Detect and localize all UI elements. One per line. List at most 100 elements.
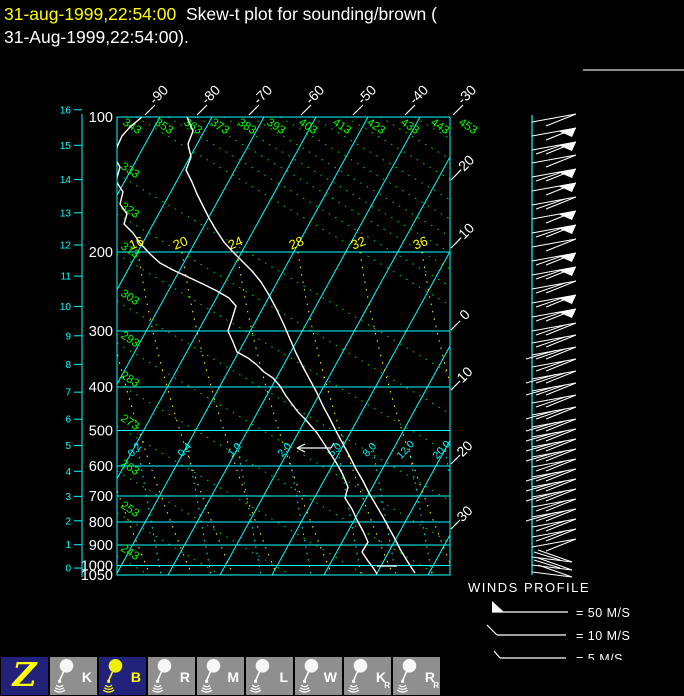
svg-text:13: 13 — [60, 208, 72, 219]
svg-text:4: 4 — [65, 467, 71, 478]
isotherm-lines — [117, 117, 450, 575]
button-label: W — [323, 669, 337, 685]
svg-text:3: 3 — [65, 492, 71, 503]
svg-text:1: 1 — [65, 540, 71, 551]
svg-text:403: 403 — [296, 116, 319, 137]
svg-text:1.0: 1.0 — [225, 440, 244, 459]
top-temperature-labels: -90 -80 -70 -60 -50 -40 -30 — [144, 82, 480, 116]
svg-text:600: 600 — [89, 459, 113, 475]
svg-text:900: 900 — [89, 538, 113, 554]
svg-text:-30: -30 — [454, 82, 480, 108]
svg-text:353: 353 — [152, 116, 175, 137]
svg-text:24: 24 — [226, 233, 245, 252]
radiosonde-icon — [347, 658, 368, 693]
svg-text:333: 333 — [118, 160, 141, 181]
temperature-trace — [185, 117, 416, 574]
svg-text:263: 263 — [118, 457, 141, 478]
svg-text:443: 443 — [428, 116, 451, 137]
dry-adiabat-lines — [117, 117, 450, 575]
svg-text:0.2: 0.2 — [125, 440, 144, 459]
svg-text:273: 273 — [118, 412, 141, 433]
dewpoint-trace — [117, 117, 378, 575]
toolbar-button-l[interactable]: L — [246, 657, 293, 695]
svg-text:16: 16 — [60, 105, 72, 116]
right-temperature-labels: -20 -10 0 10 20 30 — [450, 152, 478, 530]
svg-text:WINDS PROFILE: WINDS PROFILE — [468, 580, 590, 595]
toolbar-button-z[interactable]: Z — [1, 655, 48, 695]
svg-text:20: 20 — [453, 437, 475, 459]
svg-text:2.0: 2.0 — [275, 440, 294, 459]
svg-text:-20: -20 — [452, 152, 478, 178]
button-sublabel: R — [384, 681, 390, 690]
skewt-chart: 1002003004005006007008009001000105001234… — [60, 82, 630, 660]
toolbar-button-b[interactable]: B — [99, 657, 146, 695]
svg-text:373: 373 — [208, 116, 231, 137]
height-axis-km: 012345678910111213141516 — [60, 105, 83, 577]
toolbar-button-k[interactable]: K — [50, 657, 97, 695]
svg-text:-80: -80 — [198, 82, 224, 108]
svg-text:393: 393 — [264, 116, 287, 137]
toolbar-button-rr[interactable]: R R — [393, 657, 440, 695]
isobar-lines — [116, 116, 451, 576]
svg-text:= 50 M/S: = 50 M/S — [576, 606, 630, 620]
svg-text:400: 400 — [89, 380, 113, 396]
zebra-logo-icon: Z — [12, 655, 37, 694]
svg-text:700: 700 — [89, 489, 113, 505]
svg-text:36: 36 — [411, 233, 430, 252]
svg-text:800: 800 — [89, 515, 113, 531]
radiosonde-icon — [396, 658, 417, 693]
moist-adiabat-labels: 16 20 24 28 32 36 — [127, 233, 430, 252]
svg-text:10: 10 — [60, 302, 72, 313]
svg-text:-10: -10 — [452, 220, 478, 246]
toolbar-button-kr[interactable]: K R — [344, 657, 391, 695]
svg-text:433: 433 — [398, 116, 421, 137]
svg-text:-40: -40 — [406, 82, 432, 108]
button-label: M — [227, 669, 239, 685]
svg-text:1050: 1050 — [81, 568, 113, 584]
toolbar-button-m[interactable]: M — [197, 657, 244, 695]
svg-text:423: 423 — [364, 116, 387, 137]
radiosonde-icon — [249, 658, 270, 693]
svg-text:323: 323 — [118, 200, 141, 221]
svg-text:0: 0 — [65, 564, 71, 575]
toolbar: Z K B R M L W K R R R — [0, 655, 684, 696]
toolbar-button-r[interactable]: R — [148, 657, 195, 695]
svg-text:32: 32 — [349, 233, 368, 252]
radiosonde-icon — [200, 658, 221, 693]
svg-text:12.0: 12.0 — [394, 438, 417, 461]
svg-text:-90: -90 — [146, 82, 172, 108]
svg-text:15: 15 — [60, 141, 72, 152]
svg-text:363: 363 — [181, 116, 204, 137]
button-label: L — [279, 669, 288, 685]
svg-text:12: 12 — [60, 240, 72, 251]
svg-text:-50: -50 — [354, 82, 380, 108]
radiosonde-icon — [151, 658, 172, 693]
svg-text:500: 500 — [89, 423, 113, 439]
button-label: R — [179, 669, 190, 685]
pressure-axis-labels: 10020030040050060070080090010001050 — [81, 110, 113, 584]
svg-text:-60: -60 — [302, 82, 328, 108]
svg-text:= 10 M/S: = 10 M/S — [576, 629, 630, 643]
button-label: K — [81, 669, 92, 685]
radiosonde-icon — [53, 658, 74, 693]
svg-text:30: 30 — [453, 502, 475, 524]
svg-text:11: 11 — [61, 272, 72, 283]
button-label: B — [130, 669, 141, 685]
svg-text:0.4: 0.4 — [175, 440, 194, 459]
svg-text:8: 8 — [65, 360, 71, 371]
svg-text:253: 253 — [118, 499, 141, 520]
svg-text:100: 100 — [89, 110, 113, 126]
svg-text:200: 200 — [89, 245, 113, 261]
radiosonde-icon — [102, 658, 123, 693]
wind-barbs — [525, 113, 577, 578]
toolbar-button-w[interactable]: W — [295, 657, 342, 695]
wind-legend: = 50 M/S= 10 M/S= 5 M/S — [486, 601, 630, 660]
winds-profile-title: WINDS PROFILE — [468, 580, 590, 595]
radiosonde-icon — [298, 658, 319, 693]
svg-text:300: 300 — [89, 324, 113, 340]
svg-text:0: 0 — [456, 306, 473, 323]
svg-text:303: 303 — [118, 287, 141, 308]
svg-text:413: 413 — [330, 116, 353, 137]
svg-text:7: 7 — [65, 388, 71, 399]
svg-text:8.0: 8.0 — [360, 440, 379, 459]
